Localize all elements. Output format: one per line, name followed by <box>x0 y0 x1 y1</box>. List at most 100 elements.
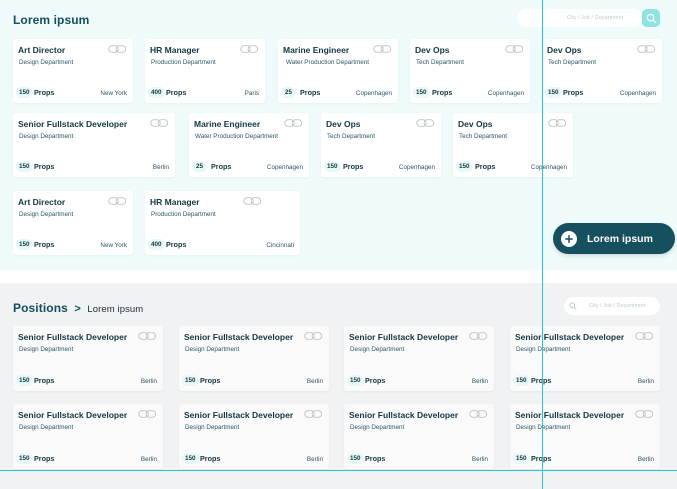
props-label: Props <box>34 162 55 171</box>
link-icon <box>635 332 654 340</box>
job-card[interactable]: Dev Ops Tech Department 150 Props Copenh… <box>321 113 441 177</box>
props-count-badge: 150 <box>347 375 364 386</box>
props-label: Props <box>432 88 453 97</box>
props-label: Props <box>200 376 221 385</box>
link-icon <box>304 332 323 340</box>
link-icon <box>548 119 567 127</box>
search-input[interactable]: City / Job / Department <box>517 9 642 27</box>
job-card[interactable]: Marine Engineer Water Production Departm… <box>278 39 398 103</box>
position-card[interactable]: Senior Fullstack Developer Design Depart… <box>344 404 494 469</box>
plus-icon <box>561 230 577 247</box>
job-city: Cincinnati <box>266 242 294 249</box>
breadcrumb-current: Lorem ipsum <box>87 304 144 315</box>
props-count-badge: 150 <box>16 239 33 250</box>
position-title: Senior Fullstack Developer <box>18 410 128 420</box>
add-position-button[interactable]: Lorem ipsum <box>553 223 675 254</box>
props-count-badge: 400 <box>148 239 165 250</box>
job-department: Water Production Department <box>195 133 279 140</box>
position-card[interactable]: Senior Fullstack Developer Design Depart… <box>179 326 329 391</box>
job-card[interactable]: Marine Engineer Water Production Departm… <box>189 113 309 177</box>
job-title: Marine Engineer <box>194 119 261 129</box>
props-count-badge: 150 <box>413 87 430 98</box>
job-title: HR Manager <box>150 45 200 55</box>
job-department: Tech Department <box>548 59 596 66</box>
link-icon <box>243 197 262 205</box>
position-department: Design Department <box>516 346 571 353</box>
job-card[interactable]: Art Director Design Department 150 Props… <box>13 191 133 255</box>
position-city: Berlin <box>637 378 654 385</box>
props-count-badge: 150 <box>456 161 473 172</box>
job-title: Dev Ops <box>458 119 493 129</box>
link-icon <box>304 410 323 418</box>
position-department: Design Department <box>19 346 74 353</box>
breadcrumb-positions[interactable]: Positions <box>13 301 68 315</box>
props-count-badge: 400 <box>148 87 165 98</box>
job-card[interactable]: Art Director Design Department 150 Props… <box>13 39 133 103</box>
job-card[interactable]: Dev Ops Tech Department 150 Props Copenh… <box>542 39 662 103</box>
props-count-badge: 150 <box>545 87 562 98</box>
props-count-badge: 25 <box>192 161 207 172</box>
search-button[interactable] <box>642 9 660 27</box>
breadcrumb-separator: > <box>74 303 81 315</box>
job-title: Marine Engineer <box>283 45 350 55</box>
props-count-badge: 150 <box>182 453 199 464</box>
search-placeholder: City / Job / Department <box>589 303 646 309</box>
job-city: Berlin <box>152 164 169 171</box>
page-title: Lorem ipsum <box>13 13 90 27</box>
position-department: Design Department <box>185 424 240 431</box>
position-city: Berlin <box>306 456 323 463</box>
props-label: Props <box>34 240 55 249</box>
search-placeholder: City / Job / Department <box>567 15 624 21</box>
add-position-label: Lorem ipsum <box>587 232 653 245</box>
position-card[interactable]: Senior Fullstack Developer Design Depart… <box>13 404 163 469</box>
position-card[interactable]: Senior Fullstack Developer Design Depart… <box>510 326 660 391</box>
position-card[interactable]: Senior Fullstack Developer Design Depart… <box>344 326 494 391</box>
position-card[interactable]: Senior Fullstack Developer Design Depart… <box>179 404 329 469</box>
props-label: Props <box>34 376 55 385</box>
position-city: Berlin <box>471 456 488 463</box>
search-icon <box>646 13 656 23</box>
position-department: Design Department <box>516 424 571 431</box>
job-department: Tech Department <box>327 133 375 140</box>
link-icon <box>108 197 127 205</box>
job-title: Dev Ops <box>547 45 582 55</box>
job-card[interactable]: Dev Ops Tech Department 150 Props Copenh… <box>453 113 573 177</box>
position-title: Senior Fullstack Developer <box>184 410 294 420</box>
props-count-badge: 25 <box>281 87 296 98</box>
link-icon <box>416 119 435 127</box>
position-title: Senior Fullstack Developer <box>349 410 459 420</box>
link-icon <box>505 45 524 53</box>
job-card[interactable]: Senior Fullstack Developer Design Depart… <box>13 113 175 177</box>
job-title: Art Director <box>18 45 66 55</box>
job-city: Copenhagen <box>398 164 435 171</box>
job-card[interactable]: HR Manager Production Department 400 Pro… <box>145 191 300 255</box>
position-title: Senior Fullstack Developer <box>184 332 294 342</box>
position-card[interactable]: Senior Fullstack Developer Design Depart… <box>510 404 660 469</box>
job-city: New York <box>100 90 127 97</box>
job-city: Copenhagen <box>487 90 524 97</box>
position-department: Design Department <box>185 346 240 353</box>
job-title: Dev Ops <box>326 119 361 129</box>
positions-search-input[interactable]: City / Job / Department <box>564 297 660 315</box>
props-count-badge: 150 <box>324 161 341 172</box>
horizontal-guide-line <box>0 470 677 471</box>
job-title: Senior Fullstack Developer <box>18 119 128 129</box>
position-title: Senior Fullstack Developer <box>515 332 625 342</box>
props-count-badge: 150 <box>347 453 364 464</box>
link-icon <box>138 410 157 418</box>
position-title: Senior Fullstack Developer <box>349 332 459 342</box>
job-department: Production Department <box>151 59 216 66</box>
props-count-badge: 150 <box>16 453 33 464</box>
link-icon <box>469 410 488 418</box>
job-city: Copenhagen <box>266 164 303 171</box>
breadcrumb: Positions > Lorem ipsum <box>13 301 143 315</box>
position-city: Berlin <box>140 378 157 385</box>
position-card[interactable]: Senior Fullstack Developer Design Depart… <box>13 326 163 391</box>
props-label: Props <box>343 162 364 171</box>
position-city: Berlin <box>140 456 157 463</box>
link-icon <box>108 45 127 53</box>
job-card[interactable]: Dev Ops Tech Department 150 Props Copenh… <box>410 39 530 103</box>
props-label: Props <box>34 88 55 97</box>
link-icon <box>284 119 303 127</box>
job-card[interactable]: HR Manager Production Department 400 Pro… <box>145 39 265 103</box>
